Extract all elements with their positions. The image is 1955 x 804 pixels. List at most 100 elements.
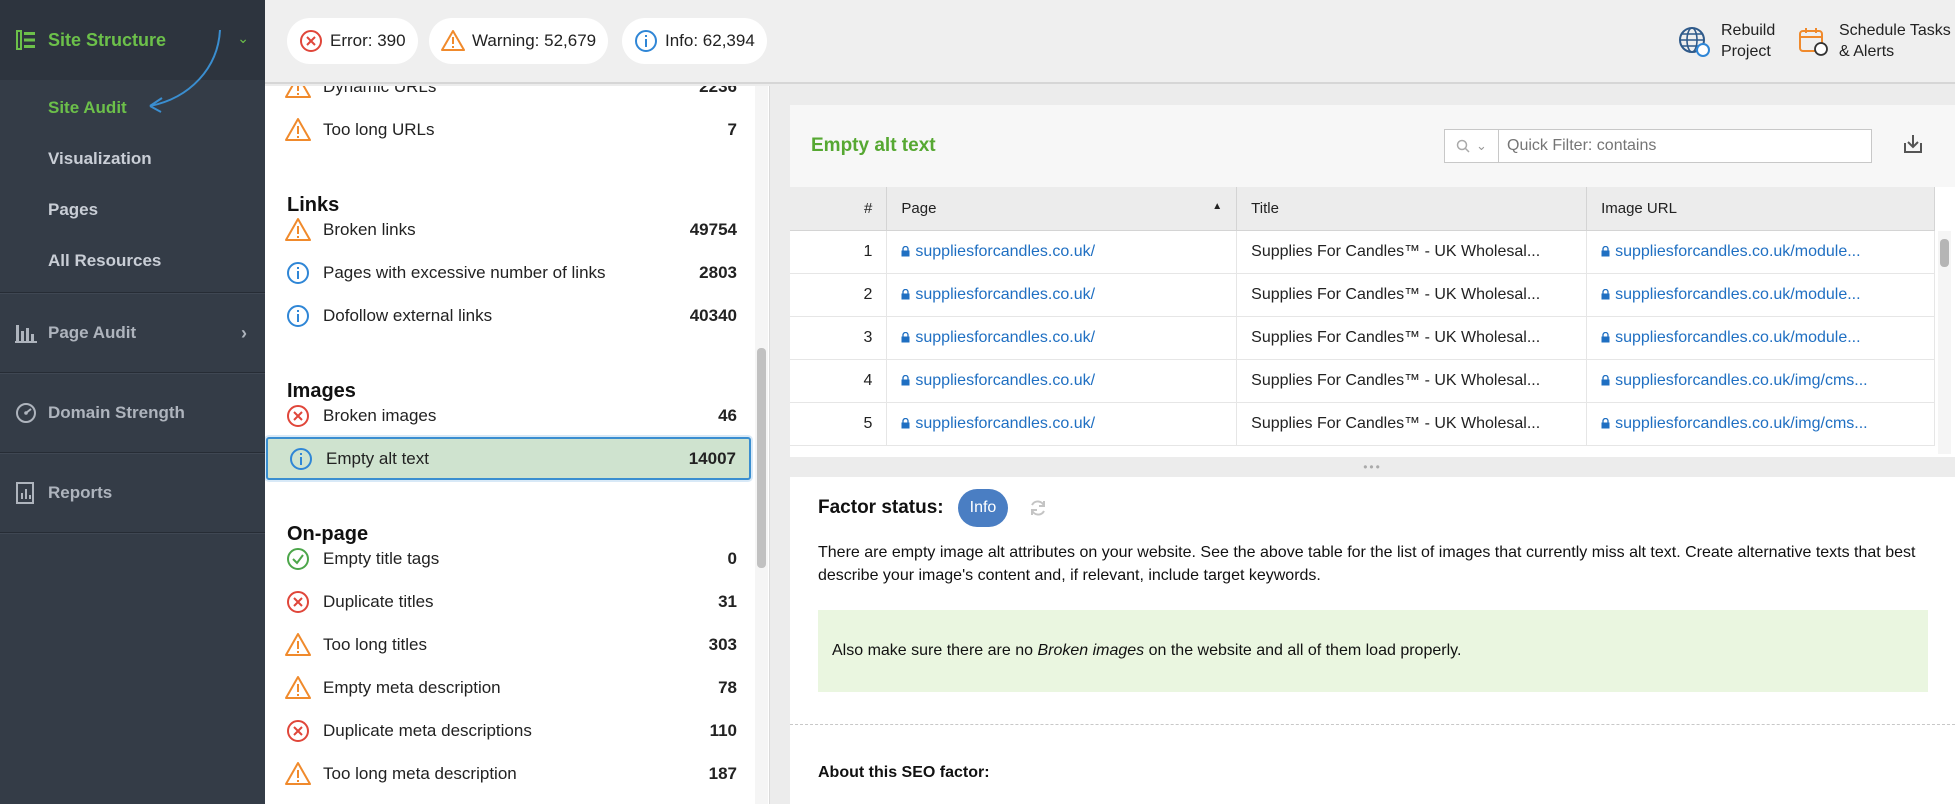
lock-icon (901, 372, 915, 389)
nav-site-structure[interactable]: Site Structure ⌄ (0, 0, 265, 113)
filter-mode-dropdown[interactable]: ⌄ (1445, 130, 1499, 162)
image-url-link[interactable]: suppliesforcandles.co.uk/img/cms... (1615, 372, 1868, 389)
refresh-icon[interactable] (1028, 498, 1048, 518)
factor-item-count: 303 (708, 634, 737, 654)
error-icon (285, 718, 311, 744)
rebuild-label-2: Project (1721, 43, 1771, 60)
list-scrollbar-thumb[interactable] (757, 348, 766, 568)
table-row[interactable]: 1 suppliesforcandles.co.uk/Supplies For C… (790, 230, 1935, 274)
warning-icon (285, 761, 311, 787)
warning-filter-pill[interactable]: Warning: 52,679 (429, 18, 609, 64)
table-row[interactable]: 4 suppliesforcandles.co.uk/Supplies For C… (790, 359, 1935, 403)
error-count: Error: 390 (330, 31, 406, 50)
schedule-label-1: Schedule Tasks (1839, 22, 1951, 39)
quick-filter-input[interactable] (1499, 137, 1869, 155)
error-icon (285, 589, 311, 615)
factor-item[interactable]: Dynamic URLs 2236 (265, 86, 750, 108)
image-url-cell: suppliesforcandles.co.uk/img/cms... (1586, 359, 1935, 403)
info-icon (285, 260, 311, 286)
factor-status-label: Factor status: (818, 497, 944, 518)
warning-count: Warning: 52,679 (472, 31, 597, 50)
column-header-image-url[interactable]: Image URL (1586, 187, 1935, 231)
table-row[interactable]: 2 suppliesforcandles.co.uk/Supplies For C… (790, 273, 1935, 317)
factor-item-count: 187 (708, 763, 737, 783)
quick-filter: ⌄ (1444, 129, 1872, 163)
error-filter-pill[interactable]: Error: 390 (287, 18, 418, 64)
page-link[interactable]: suppliesforcandles.co.uk/ (915, 372, 1095, 389)
nav-visualization[interactable]: Visualization (0, 133, 265, 184)
image-url-cell: suppliesforcandles.co.uk/img/cms... (1586, 402, 1935, 446)
top-bar: Error: 390 Warning: 52,679 Info: 62,394 … (265, 0, 1955, 84)
nav-reports[interactable]: Reports (0, 454, 265, 532)
warning-icon (285, 117, 311, 143)
page-link[interactable]: suppliesforcandles.co.uk/ (915, 243, 1095, 260)
info-filter-pill[interactable]: Info: 62,394 (622, 18, 767, 64)
title-cell: Supplies For Candles™ - UK Wholesal... (1236, 316, 1588, 360)
factor-item[interactable]: Empty meta description 78 (265, 666, 750, 709)
factor-item-count: 14007 (688, 448, 736, 468)
row-number: 1 (790, 230, 888, 274)
schedule-tasks-button[interactable]: Schedule Tasks & Alerts (1797, 20, 1951, 62)
warning-icon (285, 86, 311, 100)
nav-page-audit[interactable]: Page Audit › (0, 294, 265, 372)
sidebar: Site Structure ⌄ Site Audit Visualizatio… (0, 0, 265, 804)
arrow-annotation-icon (149, 29, 221, 113)
chevron-down-icon[interactable]: ⌄ (237, 30, 249, 47)
factor-item[interactable]: Pages with excessive number of links 2803 (265, 251, 750, 294)
chevron-down-icon: ⌄ (1476, 138, 1487, 153)
chevron-right-icon[interactable]: › (241, 323, 247, 344)
panel-splitter[interactable]: ••• (790, 457, 1955, 477)
factor-item[interactable]: Dofollow external links 40340 (265, 294, 750, 337)
factor-item[interactable]: Duplicate meta descriptions 110 (265, 709, 750, 752)
nav-all-resources[interactable]: All Resources (0, 235, 265, 286)
error-icon (285, 403, 311, 429)
info-icon (288, 446, 314, 472)
image-url-link[interactable]: suppliesforcandles.co.uk/img/cms... (1615, 415, 1868, 432)
note-suffix: on the website and all of them load prop… (1144, 642, 1462, 659)
column-header-page[interactable]: Page ▲ (886, 187, 1238, 231)
factor-item[interactable]: Too long titles 303 (265, 623, 750, 666)
warning-icon (441, 30, 465, 51)
factor-item[interactable]: Duplicate titles 31 (265, 580, 750, 623)
nav-site-audit[interactable]: Site Audit (0, 82, 265, 133)
export-icon[interactable] (1900, 131, 1926, 157)
rebuild-label-1: Rebuild (1721, 22, 1776, 39)
table-row[interactable]: 5 suppliesforcandles.co.uk/Supplies For C… (790, 402, 1935, 446)
row-number: 5 (790, 402, 888, 446)
column-header-title[interactable]: Title (1236, 187, 1588, 231)
image-url-link[interactable]: suppliesforcandles.co.uk/module... (1615, 286, 1860, 303)
nav-page-audit-label: Page Audit (48, 323, 137, 342)
nav-reports-label: Reports (48, 483, 113, 502)
page-link[interactable]: suppliesforcandles.co.uk/ (915, 415, 1095, 432)
page-cell: suppliesforcandles.co.uk/ (886, 273, 1238, 317)
table-row[interactable]: 3 suppliesforcandles.co.uk/Supplies For C… (790, 316, 1935, 360)
factor-item[interactable]: Too long meta description 187 (265, 752, 750, 795)
page-link[interactable]: suppliesforcandles.co.uk/ (915, 329, 1095, 346)
table-scrollbar-track[interactable] (1938, 231, 1951, 454)
rebuild-project-button[interactable]: Rebuild Project (1677, 20, 1775, 62)
nav-domain-strength[interactable]: Domain Strength (0, 374, 265, 452)
image-url-link[interactable]: suppliesforcandles.co.uk/module... (1615, 243, 1860, 260)
detail-title: Empty alt text (811, 135, 936, 156)
image-url-cell: suppliesforcandles.co.uk/module... (1586, 316, 1935, 360)
page-cell: suppliesforcandles.co.uk/ (886, 230, 1238, 274)
factor-status-badge[interactable]: Info (957, 489, 1009, 527)
factor-status-row: Factor status: Info (818, 489, 1048, 527)
page-link[interactable]: suppliesforcandles.co.uk/ (915, 286, 1095, 303)
results-table: # Page ▲ Title Image URL 1 suppliesforcand… (790, 187, 1935, 446)
title-cell: Supplies For Candles™ - UK Wholesal... (1236, 402, 1588, 446)
image-url-cell: suppliesforcandles.co.uk/module... (1586, 230, 1935, 274)
image-url-link[interactable]: suppliesforcandles.co.uk/module... (1615, 329, 1860, 346)
table-scrollbar-thumb[interactable] (1940, 239, 1949, 267)
column-header-number[interactable]: # (790, 187, 888, 231)
nav-pages[interactable]: Pages (0, 184, 265, 235)
factor-item-count: 0 (727, 548, 737, 568)
info-icon (635, 30, 657, 52)
factor-item[interactable]: Empty alt text 14007 (266, 437, 751, 480)
factor-item[interactable]: Too long URLs 7 (265, 108, 750, 151)
title-cell: Supplies For Candles™ - UK Wholesal... (1236, 273, 1588, 317)
factor-item-label: Empty alt text (326, 448, 429, 468)
factor-description: There are empty image alt attributes on … (818, 544, 1916, 584)
info-count: Info: 62,394 (665, 31, 755, 50)
note-prefix: Also make sure there are no (832, 642, 1038, 659)
